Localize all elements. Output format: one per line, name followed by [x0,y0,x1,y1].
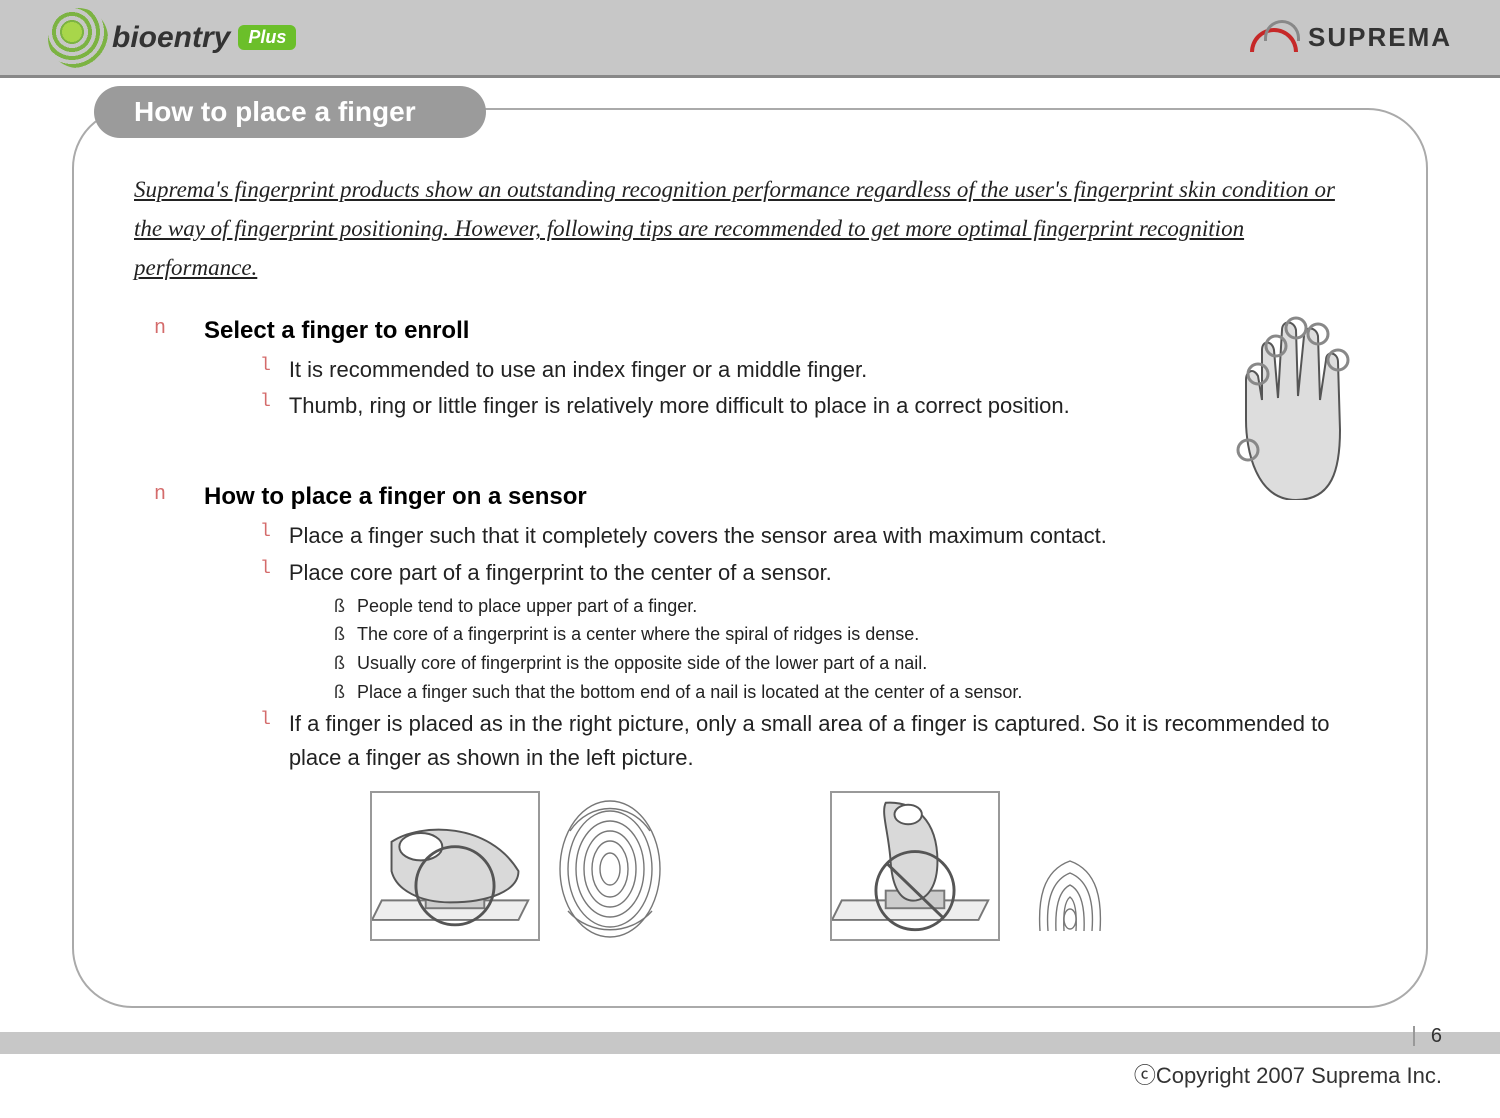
copyright-text: ⓒCopyright 2007 Suprema Inc. [1134,1058,1442,1090]
section-title-text: How to place a finger on a sensor [204,483,587,511]
list-item-text: Place core part of a fingerprint to the … [289,556,832,590]
bullet-level3: ß [334,649,345,678]
logo-suprema: SUPREMA [1250,20,1452,56]
bullet-level2: l [260,519,271,553]
brand-left-text: bioentry [112,21,230,55]
list-item: l It is recommended to use an index fing… [260,353,1366,387]
page-title: How to place a finger [94,86,486,138]
list-item: ß The core of a fingerprint is a center … [334,620,1366,649]
sub-list: l Place a finger such that it completely… [260,519,1366,589]
list-item: l If a finger is placed as in the right … [260,707,1366,775]
full-fingerprint-icon [550,791,670,941]
list-item: ß Usually core of fingerprint is the opp… [334,649,1366,678]
correct-placement [370,791,670,941]
list-item: l Place a finger such that it completely… [260,519,1366,553]
content-frame: How to place a finger Suprema's fingerpr… [72,108,1428,1008]
list-item-text: If a finger is placed as in the right pi… [289,707,1366,775]
list-item-text: The core of a fingerprint is a center wh… [357,620,919,649]
bullet-level2: l [260,707,271,775]
page-number: 6 [1413,1026,1442,1046]
list-item: l Thumb, ring or little finger is relati… [260,389,1366,423]
bullet-level2: l [260,556,271,590]
list-item-text: Place a finger such that the bottom end … [357,678,1022,707]
bullet-level3: ß [334,592,345,621]
footer-bar [0,1032,1500,1054]
brand-left-badge: Plus [238,25,296,50]
list-item-text: Thumb, ring or little finger is relative… [289,389,1070,423]
bullet-level3: ß [334,620,345,649]
logo-bioentry: bioentry Plus [48,8,296,68]
finger-flat-diagram [370,791,540,941]
bullet-level2: l [260,353,271,387]
section-heading: n Select a finger to enroll [154,317,1366,345]
list-item: l Place core part of a fingerprint to th… [260,556,1366,590]
hand-illustration [1206,290,1386,500]
suprema-arc-icon [1250,20,1300,56]
section-heading: n How to place a finger on a sensor [154,483,1366,511]
header-bar: bioentry Plus SUPREMA [0,0,1500,78]
brand-right-text: SUPREMA [1308,22,1452,53]
subsub-list: ß People tend to place upper part of a f… [334,592,1366,707]
list-item-text: Place a finger such that it completely c… [289,519,1107,553]
fingerprint-swirl-icon [48,8,108,68]
sub-list: l If a finger is placed as in the right … [260,707,1366,775]
bullet-level1: n [154,483,166,511]
placement-diagrams [134,791,1366,941]
list-item: ß People tend to place upper part of a f… [334,592,1366,621]
incorrect-placement [830,791,1130,941]
bullet-level2: l [260,389,271,423]
partial-fingerprint-icon [1010,791,1130,941]
list-item-text: Usually core of fingerprint is the oppos… [357,649,927,678]
bullet-level1: n [154,317,166,345]
list-item-text: It is recommended to use an index finger… [289,353,867,387]
section-title-text: Select a finger to enroll [204,317,469,345]
list-item-text: People tend to place upper part of a fin… [357,592,697,621]
list-item: ß Place a finger such that the bottom en… [334,678,1366,707]
intro-paragraph: Suprema's fingerprint products show an o… [134,170,1366,287]
sub-list: l It is recommended to use an index fing… [260,353,1366,423]
finger-tip-diagram [830,791,1000,941]
bullet-level3: ß [334,678,345,707]
